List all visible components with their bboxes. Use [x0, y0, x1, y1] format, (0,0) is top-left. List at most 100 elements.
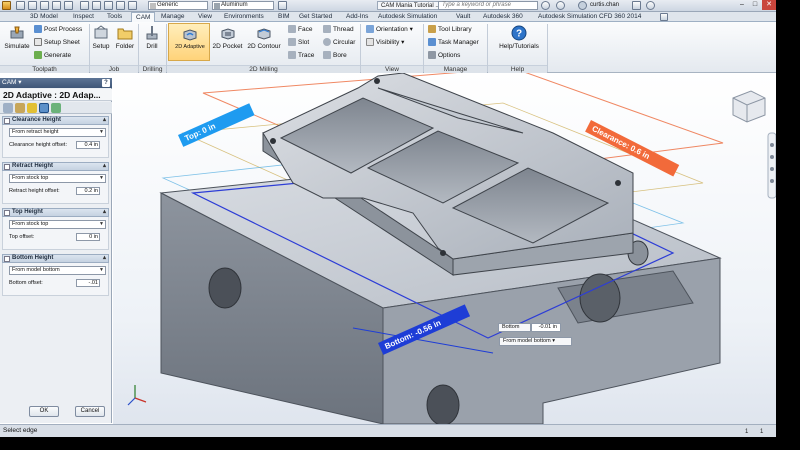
- tab-autodesk-360[interactable]: Autodesk 360: [483, 12, 523, 22]
- post-process-button[interactable]: Post Process: [34, 24, 82, 35]
- passes-tab-icon[interactable]: [39, 103, 49, 113]
- top-offset-input[interactable]: 0 in: [76, 233, 100, 241]
- collapse-icon[interactable]: ▴: [103, 209, 106, 216]
- tab-tools[interactable]: Tools: [107, 12, 122, 22]
- navigation-bar[interactable]: [767, 132, 776, 199]
- visibility-button[interactable]: Visibility ▾: [366, 37, 404, 48]
- bottom-offset-chip-input[interactable]: -0.01 in: [531, 323, 561, 332]
- hole-front[interactable]: [426, 384, 460, 424]
- tab-get-started[interactable]: Get Started: [299, 12, 332, 22]
- linking-tab-icon[interactable]: [51, 103, 61, 113]
- hole-left[interactable]: [208, 267, 242, 309]
- update-icon[interactable]: [92, 1, 101, 10]
- tab-view[interactable]: View: [198, 12, 212, 22]
- project-icon[interactable]: [116, 1, 125, 10]
- heights-tab-icon[interactable]: [27, 103, 37, 113]
- app-menu-icon[interactable]: [2, 1, 11, 10]
- tab-add-ins[interactable]: Add-Ins: [346, 12, 368, 22]
- setup-sheet-button[interactable]: Setup Sheet: [34, 37, 80, 48]
- 2d-pocket-button[interactable]: 2D Pocket: [211, 25, 244, 59]
- simulate-button[interactable]: Simulate: [3, 25, 31, 59]
- ribbon-toggle-icon[interactable]: [660, 13, 668, 21]
- search-input[interactable]: Type a keyword or phrase: [438, 1, 538, 10]
- section-checkbox[interactable]: [4, 210, 10, 216]
- exchange-icon[interactable]: [632, 1, 641, 10]
- slot-button[interactable]: Slot: [288, 37, 309, 48]
- help-tutorials-button[interactable]: ? Help/Tutorials: [494, 25, 544, 59]
- look-icon[interactable]: [770, 179, 774, 183]
- collapse-icon[interactable]: ▴: [103, 163, 106, 170]
- 2d-adaptive-button[interactable]: 2D Adaptive: [168, 23, 210, 61]
- zoom-icon[interactable]: [770, 155, 774, 159]
- cancel-button[interactable]: Cancel: [75, 406, 105, 417]
- bore-button[interactable]: Bore: [323, 50, 347, 61]
- tab-vault[interactable]: Vault: [456, 12, 470, 22]
- minimize-button[interactable]: –: [735, 0, 749, 10]
- geometry-tab-icon[interactable]: [15, 103, 25, 113]
- generate-button[interactable]: Generate: [34, 50, 71, 61]
- retract-height-select[interactable]: From stock top ▼: [9, 174, 106, 183]
- drill-button[interactable]: Drill: [142, 25, 162, 59]
- tab-3d-model[interactable]: 3D Model: [30, 12, 58, 22]
- maximize-button[interactable]: □: [748, 0, 762, 10]
- bottom-offset-input[interactable]: -.01: [76, 279, 100, 287]
- 3d-viewport[interactable]: Clearance: 0.6 in Top: 0 in Bottom: -0.5…: [113, 73, 776, 424]
- 2d-contour-button[interactable]: 2D Contour: [245, 25, 283, 59]
- panel-help-button[interactable]: ?: [102, 79, 110, 87]
- trace-button[interactable]: Trace: [288, 50, 314, 61]
- redo-icon[interactable]: [64, 1, 73, 10]
- view-cube[interactable]: [732, 90, 766, 123]
- clearance-height-select[interactable]: From retract height ▼: [9, 128, 106, 137]
- tab-environments[interactable]: Environments: [224, 12, 264, 22]
- tool-tab-icon[interactable]: [3, 103, 13, 113]
- cart-icon[interactable]: [556, 1, 565, 10]
- section-checkbox[interactable]: [4, 256, 10, 262]
- close-button[interactable]: ✕: [762, 0, 776, 10]
- section-checkbox[interactable]: [4, 118, 10, 124]
- parameters-icon[interactable]: [278, 1, 287, 10]
- section-header[interactable]: Clearance Height ▴: [2, 116, 109, 125]
- task-manager-button[interactable]: Task Manager: [428, 37, 479, 48]
- section-checkbox[interactable]: [4, 164, 10, 170]
- color-icon[interactable]: [128, 1, 137, 10]
- select-icon[interactable]: [80, 1, 89, 10]
- tab-manage[interactable]: Manage: [161, 12, 185, 22]
- face-button[interactable]: Face: [288, 24, 312, 35]
- binoculars-icon[interactable]: [541, 1, 550, 10]
- collapse-icon[interactable]: ▴: [103, 255, 106, 262]
- clearance-offset-input[interactable]: 0.4 in: [76, 141, 100, 149]
- tab-simulation-cfd[interactable]: Autodesk Simulation CFD 360 2014: [538, 12, 641, 22]
- new-file-icon[interactable]: [16, 1, 25, 10]
- section-header[interactable]: Retract Height ▴: [2, 162, 109, 171]
- material-dropdown[interactable]: Aluminum: [212, 1, 274, 10]
- 2d-adaptive-icon: [183, 29, 197, 41]
- help-icon[interactable]: [646, 1, 655, 10]
- appearance-dropdown[interactable]: Generic: [148, 1, 208, 10]
- bottom-height-select[interactable]: From model bottom ▼: [9, 266, 106, 275]
- undo-icon[interactable]: [52, 1, 61, 10]
- section-header[interactable]: Top Height ▴: [2, 208, 109, 217]
- thread-button[interactable]: Thread: [323, 24, 354, 35]
- save-icon[interactable]: [40, 1, 49, 10]
- open-file-icon[interactable]: [28, 1, 37, 10]
- pan-icon[interactable]: [770, 143, 774, 147]
- user-name[interactable]: curtis.chan: [590, 1, 619, 10]
- top-height-select[interactable]: From stock top ▼: [9, 220, 106, 229]
- setup-button[interactable]: Setup: [91, 25, 111, 59]
- folder-button[interactable]: Folder: [113, 25, 137, 59]
- circular-button[interactable]: Circular: [323, 37, 355, 48]
- measure-icon[interactable]: [104, 1, 113, 10]
- tab-autodesk-simulation[interactable]: Autodesk Simulation: [378, 12, 437, 22]
- options-button[interactable]: Options: [428, 50, 460, 61]
- ok-button[interactable]: OK: [29, 406, 59, 417]
- collapse-icon[interactable]: ▴: [103, 117, 106, 124]
- tab-bim[interactable]: BIM: [278, 12, 290, 22]
- retract-offset-input[interactable]: 0.2 in: [76, 187, 100, 195]
- orbit-icon[interactable]: [770, 167, 774, 171]
- hole-right[interactable]: [579, 273, 621, 323]
- orientation-button[interactable]: Orientation ▾: [366, 24, 413, 35]
- tab-inspect[interactable]: Inspect: [73, 12, 94, 22]
- tool-library-button[interactable]: Tool Library: [428, 24, 472, 35]
- section-header[interactable]: Bottom Height ▴: [2, 254, 109, 263]
- bottom-reference-dropdown[interactable]: From model bottom ▾: [499, 337, 572, 346]
